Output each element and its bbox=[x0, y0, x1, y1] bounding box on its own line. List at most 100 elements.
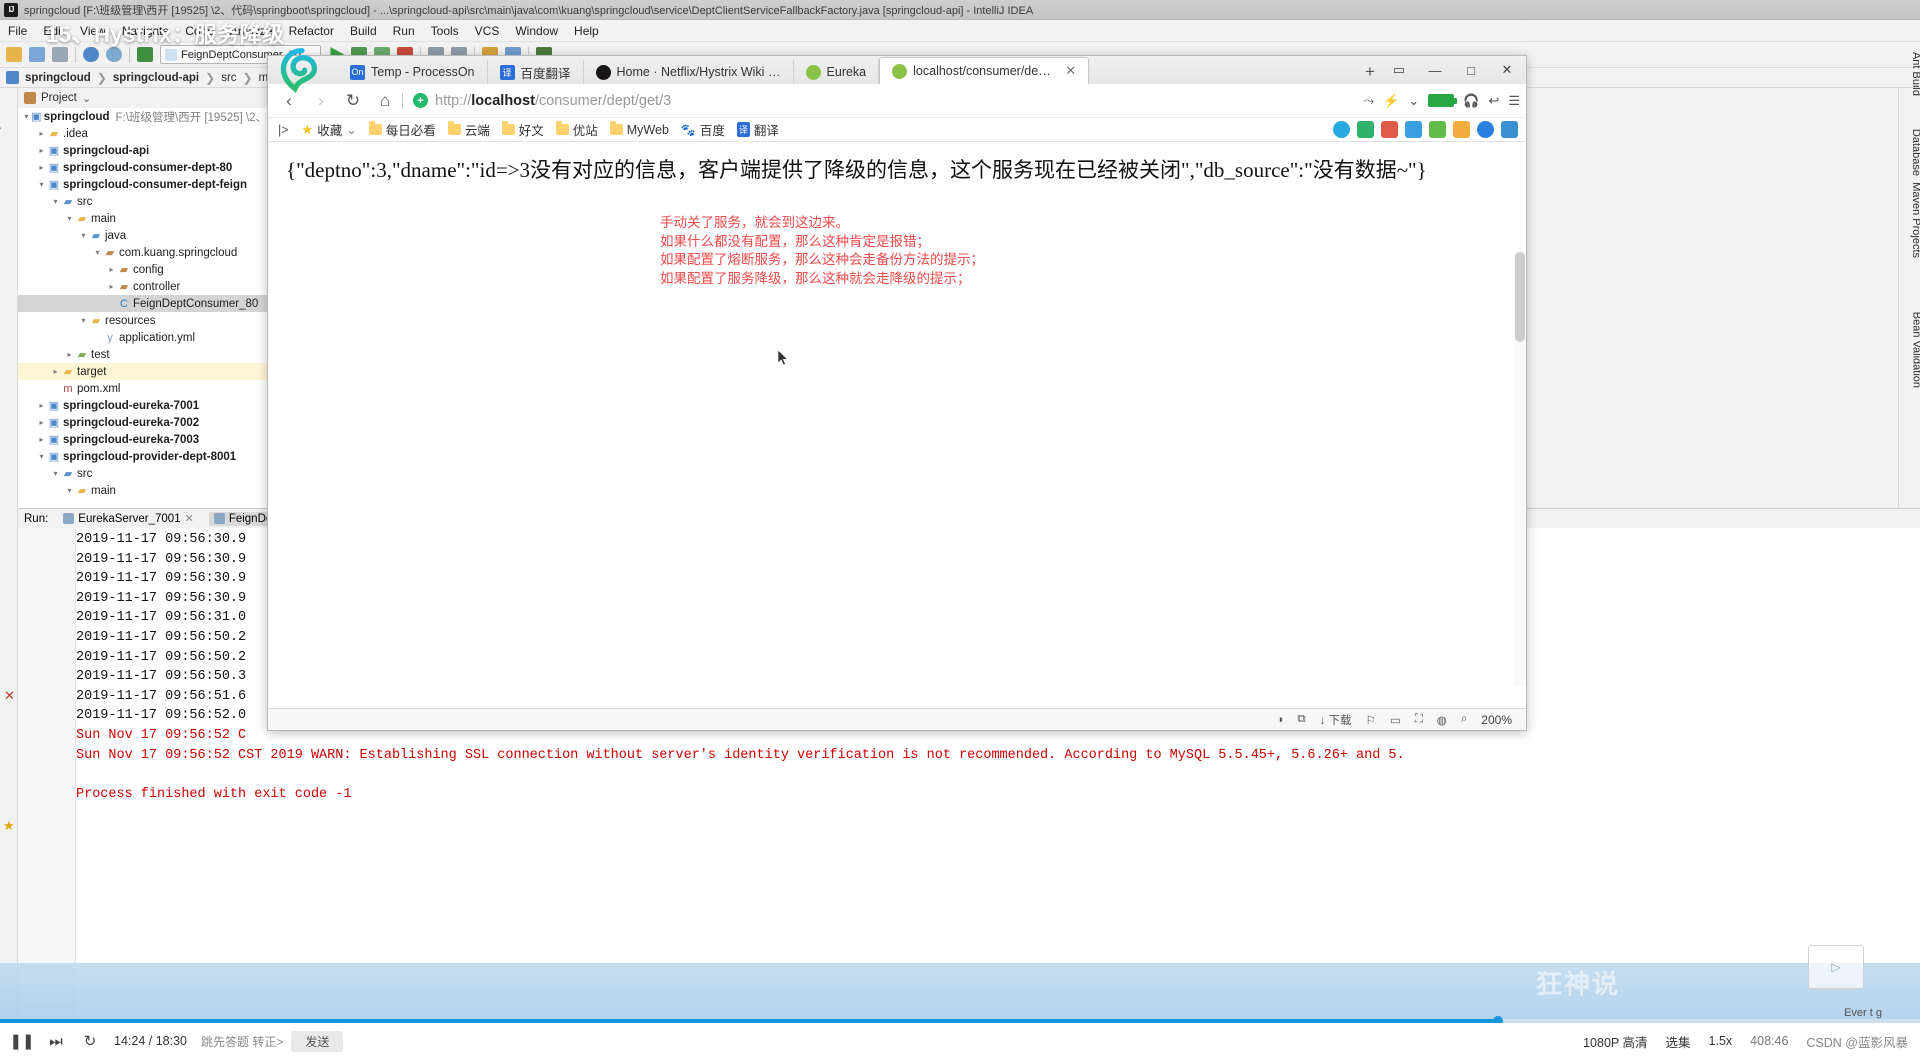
menu-icon[interactable]: ☰ bbox=[1508, 93, 1520, 109]
breadcrumb-springcloud[interactable]: springcloud bbox=[21, 72, 95, 84]
tree-node[interactable]: C FeignDeptConsumer_80 bbox=[18, 295, 267, 312]
undo-icon[interactable]: ↩ bbox=[1488, 93, 1499, 109]
refresh-button[interactable]: ↻ bbox=[80, 1031, 100, 1051]
share-icon[interactable]: ⤳ bbox=[1364, 93, 1374, 109]
bookmark-haowen[interactable]: 好文 bbox=[497, 119, 549, 140]
reload-button[interactable]: ↻ bbox=[338, 87, 368, 115]
chevron-right-icon[interactable]: ▸ bbox=[36, 146, 47, 155]
project-panel-header[interactable]: Project ⌄ bbox=[18, 88, 268, 108]
tree-node[interactable]: ▾ ▣ springcloud-consumer-dept-feign bbox=[18, 176, 267, 193]
bookmark-fanyi[interactable]: 译 翻译 bbox=[732, 119, 784, 140]
browser-extra-button[interactable]: ▭ bbox=[1382, 57, 1416, 83]
browser-tab[interactable]: 译百度翻译 bbox=[488, 60, 584, 84]
bookmark-myweb[interactable]: MyWeb bbox=[605, 121, 674, 138]
fullscreen-icon[interactable]: ⛶ bbox=[1415, 713, 1423, 726]
tree-node[interactable]: ▸ ▣ springcloud-eureka-7001 bbox=[18, 397, 267, 414]
chevron-right-icon[interactable]: ▸ bbox=[106, 265, 117, 274]
tree-node[interactable]: ▸ ▣ springcloud-consumer-dept-80 bbox=[18, 159, 267, 176]
menu-file[interactable]: File bbox=[8, 24, 27, 38]
open-folder-icon[interactable] bbox=[6, 47, 22, 62]
next-button[interactable]: ⏭ bbox=[46, 1031, 66, 1051]
menu-build[interactable]: Build bbox=[350, 24, 377, 38]
tree-node[interactable]: ▾ ▰ src bbox=[18, 193, 267, 210]
bookmarks-right-icons[interactable] bbox=[1333, 121, 1518, 138]
danmu-send-button[interactable]: 发送 bbox=[291, 1030, 344, 1052]
battery-icon[interactable] bbox=[1428, 94, 1458, 107]
tree-node[interactable]: m pom.xml bbox=[18, 380, 267, 397]
tree-node[interactable]: ▾ ▰ main bbox=[18, 210, 267, 227]
headphone-icon[interactable]: 🎧 bbox=[1463, 93, 1479, 109]
browser-tab[interactable]: Eureka bbox=[794, 60, 880, 84]
chevron-down-icon[interactable]: ▾ bbox=[78, 316, 89, 325]
browser-tab[interactable]: On Temp - ProcessOn bbox=[338, 60, 488, 84]
chevron-down-icon[interactable]: ▾ bbox=[78, 231, 89, 240]
tree-node[interactable]: ▸ ▣ springcloud-eureka-7003 bbox=[18, 431, 267, 448]
apps-icon[interactable] bbox=[1453, 121, 1470, 138]
tree-node[interactable]: ▾ ▣ springcloud-provider-dept-8001 bbox=[18, 448, 267, 465]
scissors-icon[interactable] bbox=[1381, 121, 1398, 138]
flag-icon[interactable]: ⚐ bbox=[1366, 713, 1376, 727]
page-scrollbar[interactable] bbox=[1514, 252, 1526, 686]
grid-icon[interactable] bbox=[1501, 121, 1518, 138]
tree-node[interactable]: ▸ ▰ .idea bbox=[18, 125, 267, 142]
chevron-down-icon[interactable]: ⌄ bbox=[1408, 93, 1419, 109]
search-icon[interactable]: ⌕ bbox=[1461, 713, 1467, 726]
bookmark-favorites[interactable]: ★ 收藏 ⌄ bbox=[297, 119, 362, 140]
address-bar[interactable]: + http://localhost/consumer/dept/get/3 bbox=[405, 87, 1356, 115]
run-tab-eureka[interactable]: EurekaServer_7001 ✕ bbox=[58, 511, 199, 526]
bookmark-baidu[interactable]: 🐾 百度 bbox=[676, 119, 730, 140]
bookmark-youzhan[interactable]: 优站 bbox=[551, 119, 603, 140]
bookmark-overflow-icon[interactable]: |> bbox=[276, 123, 295, 137]
minimize-button[interactable]: — bbox=[1418, 57, 1452, 83]
chevron-right-icon[interactable]: ▸ bbox=[50, 367, 61, 376]
bookmark-meiribikan[interactable]: 每日必看 bbox=[364, 119, 441, 140]
episode-selector[interactable]: 选集 bbox=[1666, 1032, 1691, 1051]
search-icon[interactable] bbox=[1477, 121, 1494, 138]
menu-run[interactable]: Run bbox=[393, 24, 415, 38]
close-icon[interactable]: ✕ bbox=[185, 512, 194, 525]
tree-node[interactable]: ▾ ▰ src bbox=[18, 465, 267, 482]
split-icon[interactable]: ⧉ bbox=[1297, 713, 1305, 726]
shield-plus-icon[interactable] bbox=[1405, 121, 1422, 138]
chevron-down-icon[interactable]: ▾ bbox=[50, 469, 61, 478]
tree-node[interactable]: ▾ ▣ springcloud F:\班级管理\西开 [19525] \2、 bbox=[18, 108, 267, 125]
chevron-down-icon[interactable]: ⌄ bbox=[82, 91, 92, 105]
bookmarks-bar[interactable]: |> ★ 收藏 ⌄ 每日必看 云端 好文 优站 MyWeb 🐾 百度 译 翻译 bbox=[268, 118, 1526, 142]
menu-window[interactable]: Window bbox=[515, 24, 558, 38]
chevron-right-icon[interactable]: ▸ bbox=[36, 401, 47, 410]
scrollbar-thumb[interactable] bbox=[1515, 252, 1525, 342]
video-right-controls[interactable]: 1080P 高清 选集 1.5x 408:46 CSDN @蓝影风暴 bbox=[1583, 1032, 1908, 1051]
puzzle-icon[interactable] bbox=[1429, 121, 1446, 138]
tree-node[interactable]: ▸ ▰ controller bbox=[18, 278, 267, 295]
new-tab-button[interactable]: + bbox=[1358, 60, 1382, 84]
download-item[interactable]: ↓ 下载 bbox=[1320, 712, 1352, 728]
video-control-bar[interactable]: ❚❚ ⏭ ↻ 14:24 / 18:30 跳先答题 转正> 发送 1080P 高… bbox=[0, 1023, 1920, 1059]
chevron-down-icon[interactable]: ▾ bbox=[64, 214, 75, 223]
sound-icon[interactable]: ◍ bbox=[1437, 713, 1447, 727]
chevron-down-icon[interactable]: ▾ bbox=[92, 248, 103, 257]
tree-node[interactable]: ▸ ▣ springcloud-eureka-7002 bbox=[18, 414, 267, 431]
chevron-down-icon[interactable]: ▾ bbox=[50, 197, 61, 206]
chevron-right-icon[interactable]: ▸ bbox=[36, 418, 47, 427]
chevron-down-icon[interactable]: ▾ bbox=[36, 452, 47, 461]
floating-video-box[interactable]: ▷ bbox=[1808, 945, 1864, 989]
tree-node[interactable]: y application.yml bbox=[18, 329, 267, 346]
browser-statusbar[interactable]: ◑ ⧉ ↓ 下载 ⚐ ▭ ⛶ ◍ ⌕ 200% bbox=[268, 708, 1526, 730]
close-button[interactable]: ✕ bbox=[1490, 57, 1524, 83]
home-button[interactable]: ⌂ bbox=[370, 87, 400, 115]
chevron-down-icon[interactable]: ▾ bbox=[22, 112, 31, 121]
idea-menubar[interactable]: File Edit View Navigate Code Analyze Ref… bbox=[0, 20, 1920, 42]
bookmark-yunduan[interactable]: 云端 bbox=[443, 119, 495, 140]
menu-vcs[interactable]: VCS bbox=[475, 24, 500, 38]
tree-node[interactable]: ▾ ▰ java bbox=[18, 227, 267, 244]
save-icon[interactable] bbox=[29, 47, 45, 62]
browser-tab[interactable]: Home · Netflix/Hystrix Wiki · G bbox=[584, 60, 794, 84]
chevron-down-icon[interactable]: ▾ bbox=[36, 180, 47, 189]
speed-selector[interactable]: 1.5x bbox=[1709, 1034, 1733, 1048]
menu-help[interactable]: Help bbox=[574, 24, 599, 38]
browser-tabs[interactable]: On Temp - ProcessOn 译百度翻译 Home · Netflix/Hy… bbox=[338, 56, 1358, 84]
redo-icon[interactable] bbox=[106, 47, 122, 62]
browser-window-controls[interactable]: ▭ — □ ✕ bbox=[1382, 56, 1526, 84]
chevron-right-icon[interactable]: ▸ bbox=[64, 350, 75, 359]
chevron-right-icon[interactable]: ▸ bbox=[36, 163, 47, 172]
